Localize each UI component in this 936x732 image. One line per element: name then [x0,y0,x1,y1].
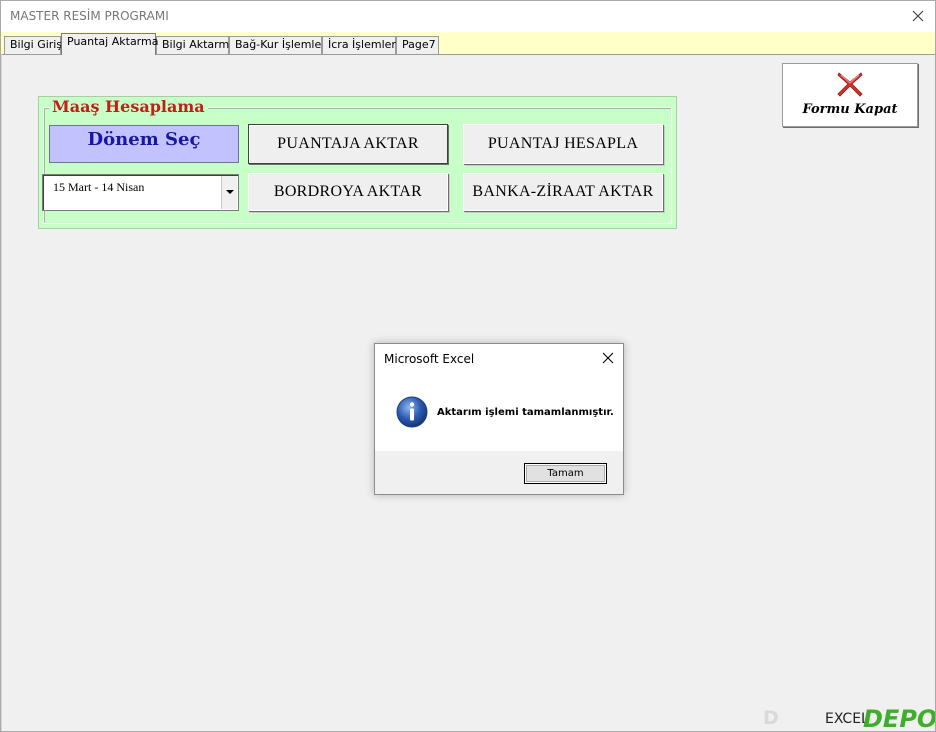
tamam-button[interactable]: Tamam [524,463,607,484]
close-icon [602,352,614,364]
message-box: Microsoft Excel Aktarım işlemi tamamlanm… [374,343,624,495]
chevron-down-icon [226,190,234,194]
window-title: MASTER RESİM PROGRAMI [10,9,169,23]
tab-bilgi-girisi[interactable]: Bilgi Girişi [4,36,65,54]
donem-sec-label-box: Dönem Seç [49,125,239,163]
puantaj-hesapla-button[interactable]: PUANTAJ HESAPLA [463,124,663,164]
formu-kapat-label: Formu Kapat [802,102,898,117]
red-x-icon [837,72,863,97]
main-window: MASTER RESİM PROGRAMI Bilgi Girişi Puant… [0,0,936,732]
tab-puantaj-aktarma[interactable]: Puantaj Aktarma [61,33,158,55]
puantaj-hesapla-label: PUANTAJ HESAPLA [487,135,639,152]
message-box-close-button[interactable] [601,351,615,365]
message-box-title: Microsoft Excel [384,352,475,366]
window-close-button[interactable] [907,5,929,27]
puantaja-aktar-button[interactable]: PUANTAJA AKTAR [248,124,448,164]
banka-ziraat-aktar-label: BANKA-ZİRAAT AKTAR [472,183,654,200]
watermark-left: D [763,707,779,729]
tab-strip: Bilgi Girişi Puantaj Aktarma Bilgi Aktar… [1,32,935,55]
puantaja-aktar-label: PUANTAJA AKTAR [277,135,419,152]
bordroya-aktar-button[interactable]: BORDROYA AKTAR [248,173,448,211]
info-icon [396,396,428,428]
group-title: Maaş Hesaplama [49,97,208,117]
tab-page7[interactable]: Page7 [396,36,439,54]
period-select-value: 15 Mart - 14 Nisan [53,180,145,194]
grid-line [1,54,2,731]
period-select[interactable]: 15 Mart - 14 Nisan [42,174,239,211]
banka-ziraat-aktar-button[interactable]: BANKA-ZİRAAT AKTAR [463,173,663,211]
maas-hesaplama-group: Maaş Hesaplama Dönem Seç 15 Mart - 14 Ni… [38,96,677,229]
title-bar: MASTER RESİM PROGRAMI [1,1,935,32]
watermark: D EXCEL DEPO [763,705,936,732]
bordroya-aktar-label: BORDROYA AKTAR [273,183,423,200]
tab-icra-islemleri[interactable]: İcra İşlemleri [322,36,399,54]
period-select-dropdown-button[interactable] [221,176,237,209]
tab-bilgi-aktarma[interactable]: Bilgi Aktarma [156,36,236,54]
formu-kapat-button[interactable]: Formu Kapat [782,63,918,127]
donem-sec-label: Dönem Seç [87,129,201,150]
watermark-right: DEPO [863,705,936,732]
message-box-footer: Tamam [375,451,623,494]
tab-bag-kur-islemleri[interactable]: Bağ-Kur İşlemleri [229,36,329,54]
message-box-text: Aktarım işlemi tamamlanmıştır. [437,407,614,418]
close-icon [912,10,924,22]
